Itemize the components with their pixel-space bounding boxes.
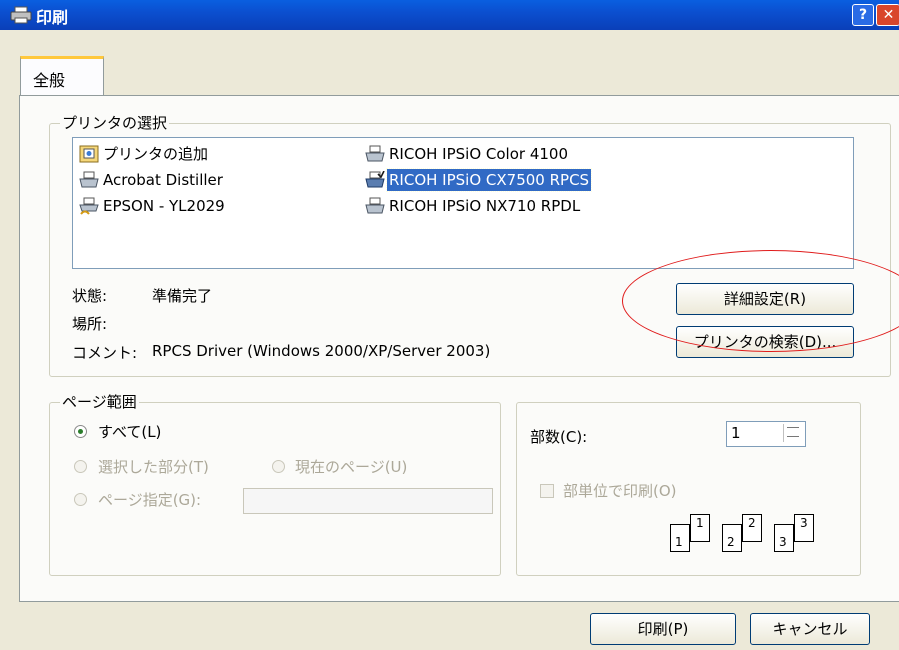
page-range-legend: ページ範囲: [60, 391, 139, 412]
window-title: 印刷: [36, 8, 69, 27]
collate-page: 1: [670, 524, 690, 552]
copies-input[interactable]: 1: [726, 421, 806, 447]
printer-name: RICOH IPSiO NX710 RPDL: [389, 197, 581, 215]
range-pages-label[interactable]: ページ指定(G):: [98, 489, 201, 510]
range-all-label[interactable]: すべて(L): [98, 421, 161, 442]
printer-name: RICOH IPSiO CX7500 RPCS: [385, 168, 593, 192]
tab-label: 全般: [33, 71, 66, 90]
range-selection-radio[interactable]: [74, 460, 87, 473]
printer-name: Acrobat Distiller: [103, 171, 223, 189]
tab-general[interactable]: 全般: [20, 56, 104, 99]
page-range-input[interactable]: [243, 488, 493, 514]
collate-label[interactable]: 部単位で印刷(O): [563, 480, 677, 501]
range-all-radio[interactable]: [74, 425, 87, 438]
status-label: 状態:: [72, 287, 108, 305]
title-bar[interactable]: 印刷 ? ✕: [0, 0, 899, 30]
printer-name: EPSON - YL2029: [103, 197, 225, 215]
collate-illustration: 1 1 2 2 3 3: [670, 510, 840, 555]
range-current-radio[interactable]: [272, 460, 285, 473]
copies-label: 部数(C):: [530, 428, 588, 446]
collate-page: 1: [690, 514, 710, 542]
copies-value: 1: [731, 424, 741, 442]
printer-name: プリンタの追加: [103, 145, 209, 163]
close-button[interactable]: ✕: [876, 4, 899, 26]
shared-printer-icon: [79, 197, 99, 215]
comment-label: コメント:: [72, 344, 138, 362]
collate-page: 2: [722, 524, 742, 552]
printer-icon: [79, 171, 99, 188]
printer-list[interactable]: プリンタの追加 Acrobat Distiller EPSON - YL2029…: [72, 137, 854, 269]
default-printer-icon: [365, 171, 385, 188]
print-button[interactable]: 印刷(P): [590, 613, 736, 645]
status-value: 準備完了: [152, 287, 213, 305]
spin-up-icon[interactable]: [787, 427, 799, 428]
range-pages-radio[interactable]: [74, 493, 87, 506]
printer-name: RICOH IPSiO Color 4100: [389, 145, 569, 163]
add-printer-icon: [79, 145, 99, 163]
location-label: 場所:: [72, 315, 108, 333]
collate-checkbox[interactable]: [540, 484, 554, 498]
collate-page: 3: [774, 524, 794, 552]
printer-icon: [365, 145, 385, 162]
collate-page: 3: [794, 514, 814, 542]
range-current-label[interactable]: 現在のページ(U): [295, 456, 407, 477]
printer-icon: [10, 6, 32, 24]
spin-down-icon[interactable]: [787, 436, 799, 437]
help-button[interactable]: ?: [852, 4, 874, 26]
cancel-button[interactable]: キャンセル: [750, 613, 870, 645]
range-selection-label[interactable]: 選択した部分(T): [98, 456, 209, 477]
print-dialog: 印刷 ? ✕ 全般 プリンタの選択 プリンタの追加 Acrobat Distil…: [0, 0, 899, 650]
printer-groupbox-legend: プリンタの選択: [60, 112, 170, 133]
collate-page: 2: [742, 514, 762, 542]
comment-value: RPCS Driver (Windows 2000/XP/Server 2003…: [152, 342, 491, 360]
printer-icon: [365, 197, 385, 214]
copies-spinner[interactable]: [783, 424, 802, 442]
